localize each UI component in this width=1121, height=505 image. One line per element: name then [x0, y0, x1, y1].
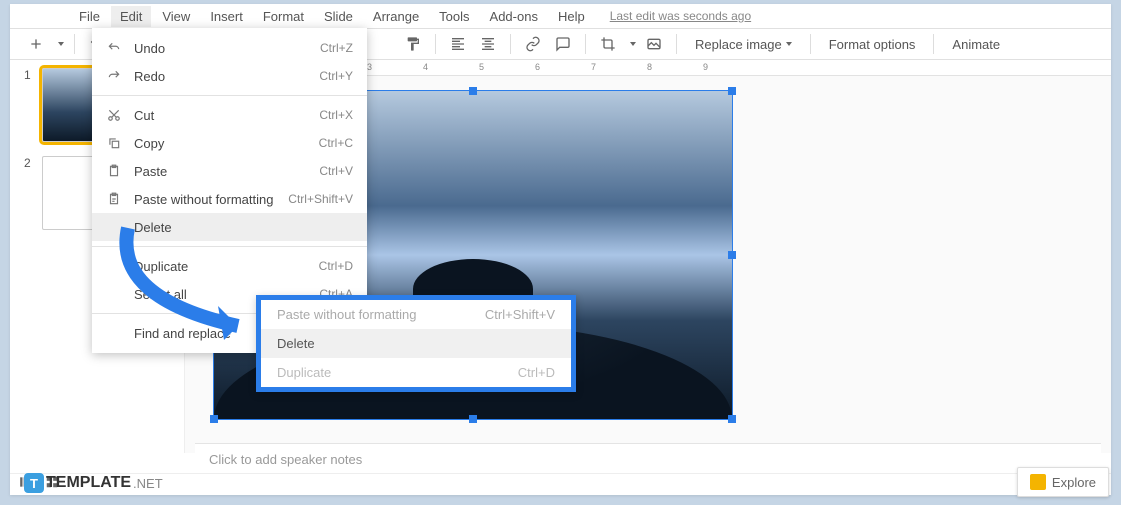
callout-delete-row: Delete — [261, 329, 571, 358]
animate-button[interactable]: Animate — [944, 33, 1008, 56]
thumb-number: 2 — [24, 156, 34, 230]
menu-redo[interactable]: RedoCtrl+Y — [92, 62, 367, 90]
annotation-callout: Paste without formattingCtrl+Shift+V Del… — [256, 295, 576, 392]
last-edit-link[interactable]: Last edit was seconds ago — [610, 9, 751, 23]
menu-format[interactable]: Format — [254, 6, 313, 27]
thumb-number: 1 — [24, 68, 34, 142]
menu-duplicate[interactable]: DuplicateCtrl+D — [92, 252, 367, 280]
format-options-button[interactable]: Format options — [821, 33, 924, 56]
menu-paste[interactable]: PasteCtrl+V — [92, 157, 367, 185]
replace-image-button[interactable]: Replace image — [687, 33, 800, 56]
explore-button[interactable]: Explore — [1017, 467, 1109, 497]
resize-handle[interactable] — [210, 415, 218, 423]
menu-tools[interactable]: Tools — [430, 6, 478, 27]
resize-handle[interactable] — [469, 87, 477, 95]
link-button[interactable] — [521, 32, 545, 56]
comment-button[interactable] — [551, 32, 575, 56]
undo-icon — [106, 40, 122, 56]
crop-button[interactable] — [596, 32, 620, 56]
watermark-logo: T TEMPLATE.NET — [24, 473, 163, 493]
redo-icon — [106, 68, 122, 84]
new-slide-caret[interactable] — [58, 42, 64, 46]
explore-icon — [1030, 474, 1046, 490]
menu-cut[interactable]: CutCtrl+X — [92, 101, 367, 129]
menu-slide[interactable]: Slide — [315, 6, 362, 27]
menu-help[interactable]: Help — [549, 6, 594, 27]
menu-insert[interactable]: Insert — [201, 6, 252, 27]
menu-arrange[interactable]: Arrange — [364, 6, 428, 27]
menu-copy[interactable]: CopyCtrl+C — [92, 129, 367, 157]
paint-format-button[interactable] — [401, 32, 425, 56]
distribute-button[interactable] — [476, 32, 500, 56]
paste-wf-icon — [106, 191, 122, 207]
footer-bar — [10, 473, 1111, 495]
copy-icon — [106, 135, 122, 151]
menu-addons[interactable]: Add-ons — [481, 6, 547, 27]
mask-button[interactable] — [642, 32, 666, 56]
resize-handle[interactable] — [469, 415, 477, 423]
menu-paste-wf[interactable]: Paste without formattingCtrl+Shift+V — [92, 185, 367, 213]
new-slide-button[interactable] — [24, 32, 48, 56]
menu-view[interactable]: View — [153, 6, 199, 27]
menubar: File Edit View Insert Format Slide Arran… — [10, 4, 1111, 28]
menu-edit[interactable]: Edit — [111, 6, 151, 27]
menu-undo[interactable]: UndoCtrl+Z — [92, 34, 367, 62]
resize-handle[interactable] — [728, 251, 736, 259]
resize-handle[interactable] — [728, 87, 736, 95]
resize-handle[interactable] — [728, 415, 736, 423]
align-button[interactable] — [446, 32, 470, 56]
menu-delete[interactable]: Delete — [92, 213, 367, 241]
cut-icon — [106, 107, 122, 123]
paste-icon — [106, 163, 122, 179]
speaker-notes[interactable]: Click to add speaker notes — [195, 443, 1101, 473]
menu-file[interactable]: File — [70, 6, 109, 27]
crop-caret[interactable] — [630, 42, 636, 46]
